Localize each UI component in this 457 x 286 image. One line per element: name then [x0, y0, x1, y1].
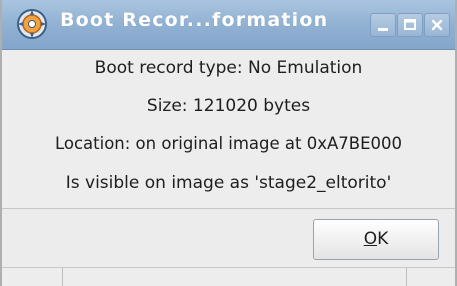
background-table-strip [2, 267, 455, 286]
maximize-icon [404, 19, 416, 30]
size-text: Size: 121020 bytes [146, 96, 311, 116]
boot-record-info-dialog: Boot Recor...formation Boot record type:… [0, 0, 457, 286]
location-text: Location: on original image at 0xA7BE000 [54, 134, 403, 153]
close-button[interactable] [424, 13, 450, 37]
minimize-button[interactable] [370, 13, 396, 37]
ok-button[interactable]: OK [313, 219, 439, 260]
minimize-icon [378, 28, 388, 31]
button-bar: OK [2, 209, 455, 267]
close-icon [431, 19, 443, 31]
gear-disc-icon [17, 9, 47, 39]
boot-record-type-text: Boot record type: No Emulation [94, 58, 363, 78]
visibility-text: Is visible on image as 'stage2_eltorito' [65, 173, 392, 193]
info-panel: Boot record type: No Emulation Size: 121… [2, 50, 455, 208]
ok-mnemonic: O [363, 229, 378, 249]
maximize-button[interactable] [397, 13, 423, 37]
window-title: Boot Recor...formation [60, 9, 329, 31]
title-bar[interactable]: Boot Recor...formation [2, 0, 455, 50]
column-divider [62, 268, 63, 286]
column-divider [406, 268, 407, 286]
ok-label: K [377, 229, 389, 249]
